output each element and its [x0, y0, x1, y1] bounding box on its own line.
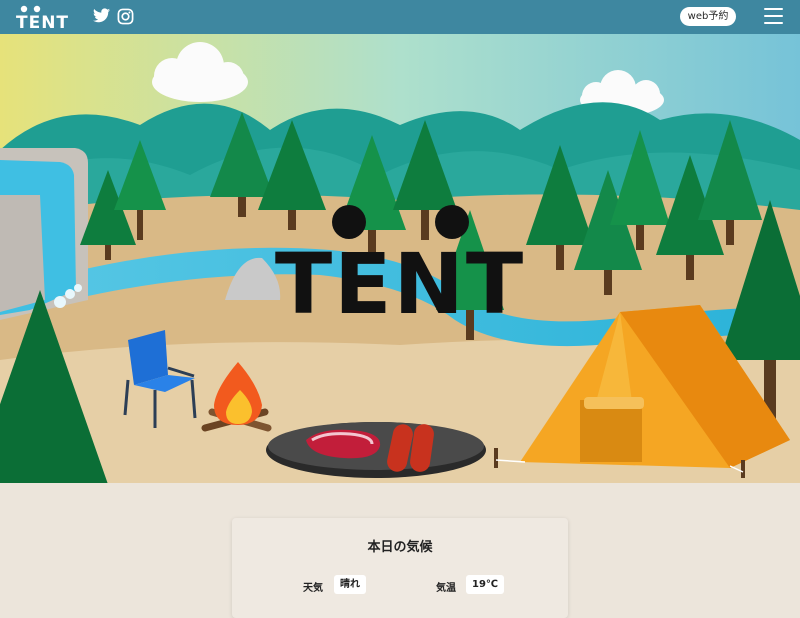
- temperature-label: 気温: [436, 583, 456, 594]
- weather-value: 晴れ: [334, 575, 366, 594]
- header-logo-text: TENT: [16, 13, 69, 30]
- menu-bar: [764, 8, 783, 10]
- hero-banner: TENT: [0, 34, 800, 483]
- web-reservation-button[interactable]: web予約: [680, 7, 736, 26]
- camp-illustration: TENT: [0, 34, 800, 483]
- weather-card: 本日の気候 天気 晴れ 気温 19℃: [232, 518, 568, 618]
- site-header: TENT web予約: [0, 0, 800, 34]
- hero-logo-text: TENT: [275, 235, 525, 333]
- menu-bar: [764, 15, 783, 17]
- menu-bar: [764, 22, 783, 24]
- weather-label: 天気: [303, 583, 323, 594]
- twitter-icon[interactable]: [93, 8, 110, 23]
- grill: [266, 422, 486, 478]
- instagram-icon[interactable]: [117, 8, 134, 25]
- hamburger-menu-icon[interactable]: [764, 8, 783, 25]
- temperature-value: 19℃: [466, 575, 505, 594]
- header-logo[interactable]: TENT: [16, 4, 76, 30]
- weather-title: 本日の気候: [367, 540, 433, 555]
